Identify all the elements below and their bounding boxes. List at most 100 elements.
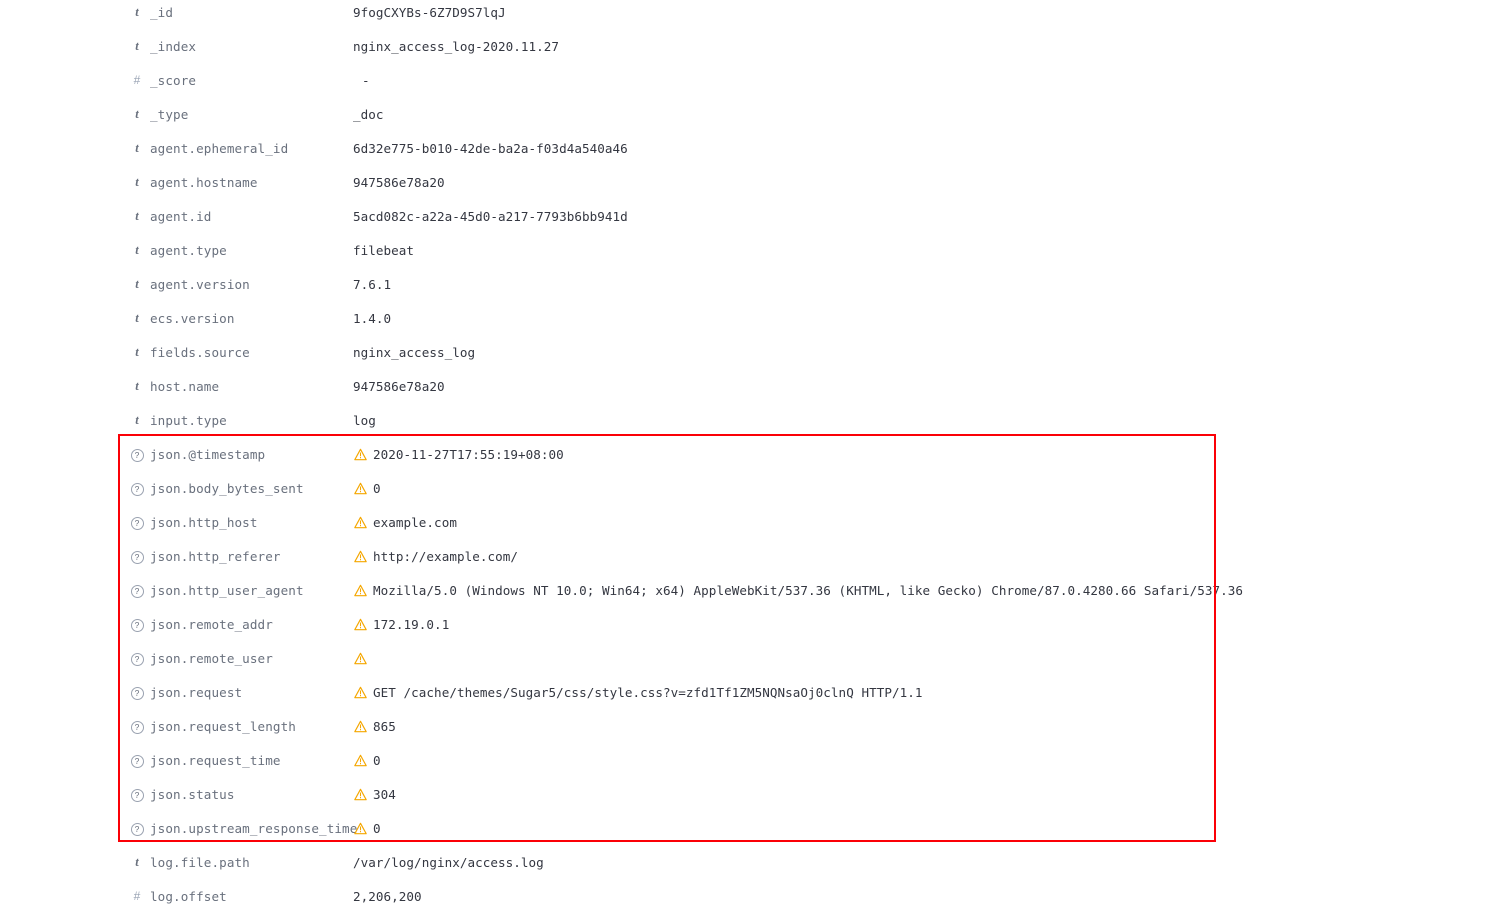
warning-triangle-icon: [354, 516, 367, 528]
field-value: GET /cache/themes/Sugar5/css/style.css?v…: [373, 684, 923, 700]
field-name: json.http_referer: [150, 548, 281, 564]
question-mark-icon: ?: [130, 788, 144, 802]
field-value: 7.6.1: [353, 276, 392, 292]
field-value: 947586e78a20: [353, 378, 445, 394]
field-name: json.status: [150, 786, 235, 802]
table-row[interactable]: ? json.remote_addr 172.19.0.1: [0, 607, 1506, 641]
field-value: 9fogCXYBs-6Z7D9S7lqJ: [353, 4, 506, 20]
string-field-type-icon: t: [135, 4, 139, 19]
table-row[interactable]: t agent.version 7.6.1: [0, 267, 1506, 301]
warning-triangle-icon: [354, 822, 367, 834]
table-row[interactable]: ? json.request_time 0: [0, 743, 1506, 777]
field-name: json.@timestamp: [150, 446, 266, 462]
field-value: 172.19.0.1: [373, 616, 450, 632]
warning-triangle-icon: [354, 482, 367, 494]
field-name: log.file.path: [150, 854, 250, 870]
field-name: json.remote_user: [150, 650, 273, 666]
unknown-field-type-icon: ?: [128, 754, 146, 768]
field-name: json.body_bytes_sent: [150, 480, 304, 496]
unknown-field-type-icon: ?: [128, 584, 146, 598]
field-name: json.http_user_agent: [150, 582, 304, 598]
field-value: _doc: [353, 106, 384, 122]
table-row[interactable]: ? json.request_length 865: [0, 709, 1506, 743]
table-row[interactable]: t ecs.version 1.4.0: [0, 301, 1506, 335]
question-mark-icon: ?: [130, 720, 144, 734]
table-row[interactable]: t agent.id 5acd082c-a22a-45d0-a217-7793b6b…: [0, 199, 1506, 233]
table-row[interactable]: t host.name 947586e78a20: [0, 369, 1506, 403]
string-field-type-icon: t: [135, 140, 139, 155]
field-name: agent.type: [150, 242, 227, 258]
table-row[interactable]: ? json.http_host example.com: [0, 505, 1506, 539]
question-mark-icon: ?: [130, 584, 144, 598]
table-row[interactable]: t fields.source nginx_access_log: [0, 335, 1506, 369]
warning-triangle-icon: [354, 618, 367, 630]
field-name: fields.source: [150, 344, 250, 360]
field-name: json.upstream_response_time: [150, 820, 358, 836]
question-mark-icon: ?: [130, 448, 144, 462]
field-name: _score: [150, 72, 197, 88]
table-row[interactable]: t input.type log: [0, 403, 1506, 437]
warning-triangle-icon: [354, 652, 367, 664]
string-field-type-icon: t: [135, 344, 139, 359]
table-row[interactable]: t _type _doc: [0, 97, 1506, 131]
field-value: nginx_access_log: [353, 344, 476, 360]
field-value: 304: [373, 786, 396, 802]
field-name: agent.id: [150, 208, 212, 224]
string-field-type-icon: t: [135, 242, 139, 257]
warning-triangle-icon: [354, 720, 367, 732]
field-value: 865: [373, 718, 396, 734]
unknown-field-type-icon: ?: [128, 550, 146, 564]
table-row[interactable]: t _index nginx_access_log-2020.11.27: [0, 29, 1506, 63]
table-row[interactable]: t log.file.path/var/log/nginx/access.log: [0, 845, 1506, 879]
warning-triangle-icon: [354, 788, 367, 800]
unknown-field-type-icon: ?: [128, 448, 146, 462]
field-name: host.name: [150, 378, 220, 394]
field-value: /var/log/nginx/access.log: [353, 854, 544, 870]
field-name: agent.hostname: [150, 174, 258, 190]
string-field-type-icon: t: [135, 854, 139, 869]
table-row[interactable]: t agent.hostname 947586e78a20: [0, 165, 1506, 199]
table-row[interactable]: # _score -: [0, 63, 1506, 97]
number-field-type-icon: #: [133, 889, 141, 903]
field-value: 6d32e775-b010-42de-ba2a-f03d4a540a46: [353, 140, 628, 156]
table-row[interactable]: ? json.remote_user: [0, 641, 1506, 675]
field-name: input.type: [150, 412, 227, 428]
field-value: 2,206,200: [353, 888, 422, 904]
string-field-type-icon: t: [135, 38, 139, 53]
table-row[interactable]: t _id 9fogCXYBs-6Z7D9S7lqJ: [0, 0, 1506, 29]
question-mark-icon: ?: [130, 754, 144, 768]
table-row[interactable]: t agent.type filebeat: [0, 233, 1506, 267]
field-value: 1.4.0: [353, 310, 392, 326]
warning-triangle-icon: [354, 448, 367, 460]
string-field-type-icon: t: [135, 310, 139, 325]
field-value: example.com: [373, 514, 457, 530]
field-name: ecs.version: [150, 310, 235, 326]
number-field-type-icon: #: [133, 73, 141, 87]
question-mark-icon: ?: [130, 686, 144, 700]
field-name: log.offset: [150, 888, 227, 904]
table-row[interactable]: ? json.status 304: [0, 777, 1506, 811]
table-row[interactable]: ? json.@timestamp 2020-11-27T17:55:19+08:0…: [0, 437, 1506, 471]
document-field-table: t _id 9fogCXYBs-6Z7D9S7lqJ t _index nginx_acc…: [0, 0, 1506, 908]
field-value: Mozilla/5.0 (Windows NT 10.0; Win64; x64…: [373, 582, 1244, 598]
field-value: log: [353, 412, 376, 428]
string-field-type-icon: t: [135, 174, 139, 189]
table-row[interactable]: ? json.body_bytes_sent 0: [0, 471, 1506, 505]
field-value: 2020-11-27T17:55:19+08:00: [373, 446, 564, 462]
field-value: 0: [373, 480, 381, 496]
string-field-type-icon: t: [135, 412, 139, 427]
unknown-field-type-icon: ?: [128, 516, 146, 530]
field-value: -: [362, 72, 370, 88]
unknown-field-type-icon: ?: [128, 482, 146, 496]
field-name: json.request_time: [150, 752, 281, 768]
field-value: 947586e78a20: [353, 174, 445, 190]
field-value: http://example.com/: [373, 548, 519, 564]
table-row[interactable]: t agent.ephemeral_id 6d32e775-b010-42de-ba…: [0, 131, 1506, 165]
table-row[interactable]: ? json.upstream_response_time 0: [0, 811, 1506, 845]
table-row[interactable]: ? json.http_user_agent Mozilla/5.0 (Window…: [0, 573, 1506, 607]
table-row[interactable]: ? json.request GET /cache/themes/Sugar5/cs…: [0, 675, 1506, 709]
field-name: json.http_host: [150, 514, 258, 530]
field-name: _id: [150, 4, 174, 20]
table-row[interactable]: ? json.http_referer http://example.com/: [0, 539, 1506, 573]
field-value: 0: [373, 752, 381, 768]
